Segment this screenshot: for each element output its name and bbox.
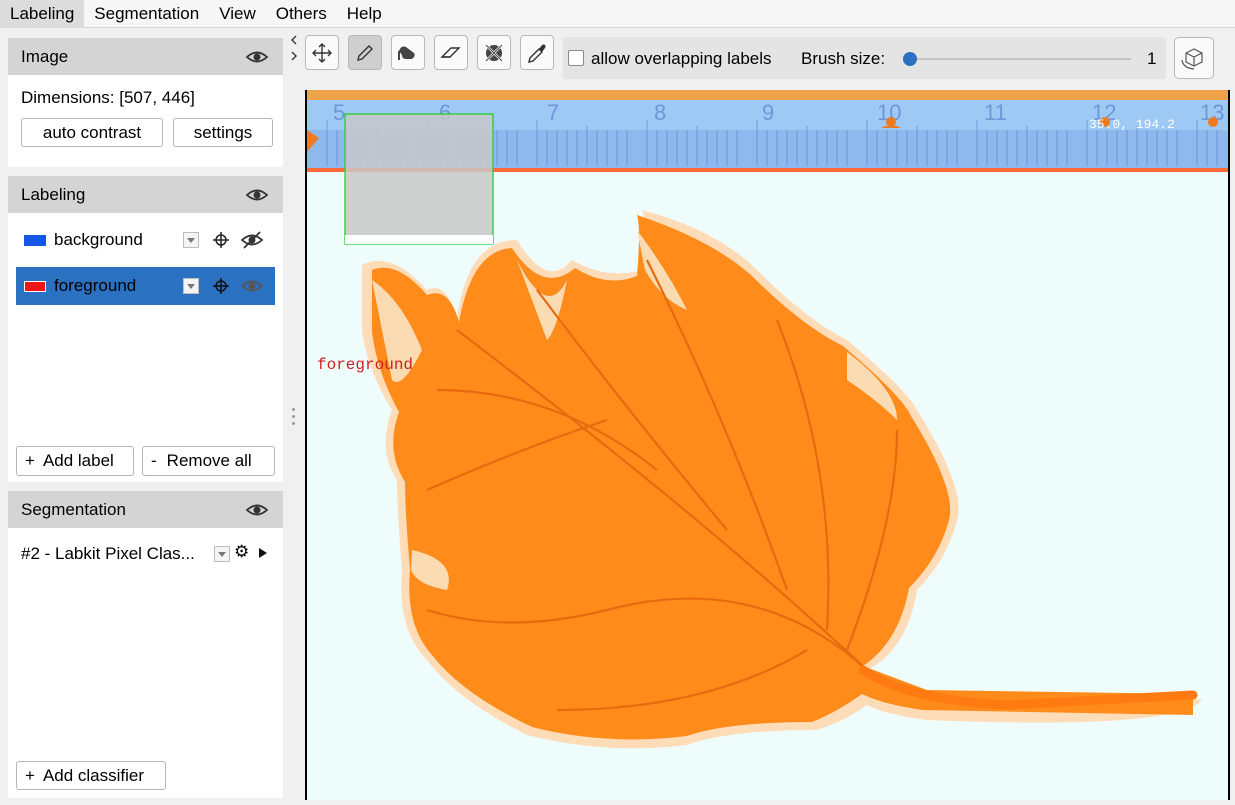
paint-bucket-icon xyxy=(398,46,415,60)
move-icon xyxy=(312,42,332,63)
label-row-background[interactable]: background xyxy=(16,221,275,259)
add-classifier-button[interactable]: + Add classifier xyxy=(16,761,166,790)
classifier-name[interactable]: #2 - Labkit Pixel Clas... xyxy=(21,544,195,564)
color-picker-tool-button[interactable] xyxy=(520,35,554,70)
menu-bar: Labeling Segmentation View Others Help xyxy=(0,0,1235,28)
label-color-swatch[interactable] xyxy=(24,235,46,246)
labeling-panel-title: Labeling xyxy=(21,184,86,204)
labeling-panel: Labeling background foreground + Add lab… xyxy=(8,176,283,482)
brush-size-label: Brush size: xyxy=(801,49,886,68)
remove-label-icon xyxy=(485,43,503,62)
gear-icon[interactable]: ⚙ xyxy=(234,542,249,562)
menu-segmentation[interactable]: Segmentation xyxy=(84,0,209,28)
menu-view[interactable]: View xyxy=(209,0,266,28)
brush-size-slider-handle[interactable] xyxy=(903,52,917,66)
collapse-arrows-icon[interactable] xyxy=(289,34,299,68)
3d-view-button[interactable] xyxy=(1174,37,1214,79)
crosshair-icon[interactable] xyxy=(212,231,230,249)
add-classifier-text: Add classifier xyxy=(42,765,145,785)
ruler-number: 8 xyxy=(654,100,666,125)
brush-size-value: 1 xyxy=(1147,49,1157,68)
eye-icon[interactable] xyxy=(240,274,264,298)
ruler-number: 5 xyxy=(333,100,345,125)
menu-labeling[interactable]: Labeling xyxy=(0,0,85,28)
ruler-number: 11 xyxy=(984,100,1007,125)
flood-fill-tool-button[interactable] xyxy=(391,35,425,70)
labeling-panel-header: Labeling xyxy=(8,176,283,213)
label-overlay-text: foreground xyxy=(317,356,413,374)
label-color-swatch[interactable] xyxy=(24,281,46,292)
ruler-number: 7 xyxy=(547,100,559,125)
remove-label-tool-button[interactable] xyxy=(477,35,511,70)
image-panel-header: Image xyxy=(8,38,283,75)
image-canvas[interactable]: 5 6 7 8 9 10 11 12 13 35.0, 194.2 foregr… xyxy=(305,90,1230,800)
add-label-button[interactable]: + Add label xyxy=(16,446,134,476)
coordinate-readout: 35.0, 194.2 xyxy=(1089,117,1175,132)
segmentation-panel-header: Segmentation xyxy=(8,491,283,528)
tool-options-bar: allow overlapping labels Brush size: 1 xyxy=(563,37,1166,79)
label-dropdown[interactable] xyxy=(183,232,199,248)
overlap-checkbox[interactable] xyxy=(568,50,584,66)
label-name: foreground xyxy=(54,276,137,295)
splitter-handle[interactable] xyxy=(292,408,296,430)
cube-rotate-icon xyxy=(1181,48,1203,70)
leaf-image: 5 6 7 8 9 10 11 12 13 35.0, 194.2 foregr… xyxy=(307,90,1228,749)
label-row-foreground[interactable]: foreground xyxy=(16,267,275,305)
play-icon[interactable] xyxy=(258,547,268,559)
leaf-shape xyxy=(372,215,1193,740)
eyedropper-icon xyxy=(528,44,546,63)
classifier-dropdown[interactable] xyxy=(214,546,230,562)
minus-icon: - xyxy=(151,451,157,470)
crosshair-icon[interactable] xyxy=(212,277,230,295)
left-sidebar: Image Dimensions: [507, 446] auto contra… xyxy=(0,29,290,805)
segmentation-panel: Segmentation #2 - Labkit Pixel Clas... ⚙… xyxy=(8,491,283,798)
image-panel-title: Image xyxy=(21,46,69,66)
image-panel: Image Dimensions: [507, 446] auto contra… xyxy=(8,38,283,167)
move-tool-button[interactable] xyxy=(305,35,339,70)
menu-others[interactable]: Others xyxy=(266,0,337,28)
menu-help[interactable]: Help xyxy=(337,0,392,28)
dimensions-text: Dimensions: [507, 446] xyxy=(21,88,195,107)
label-dropdown[interactable] xyxy=(183,278,199,294)
plus-icon: + xyxy=(25,765,35,785)
plus-icon: + xyxy=(25,451,35,470)
ruler-number: 9 xyxy=(762,100,774,125)
settings-button[interactable]: settings xyxy=(173,118,273,147)
eye-hidden-icon[interactable] xyxy=(240,228,264,252)
segmentation-panel-title: Segmentation xyxy=(21,499,126,519)
pencil-tool-button[interactable] xyxy=(348,35,382,70)
auto-contrast-button[interactable]: auto contrast xyxy=(21,118,163,147)
eye-icon[interactable] xyxy=(245,498,269,522)
eye-icon[interactable] xyxy=(245,45,269,69)
remove-all-text: Remove all xyxy=(166,451,252,470)
eye-icon[interactable] xyxy=(245,183,269,207)
eraser-tool-button[interactable] xyxy=(434,35,468,70)
add-label-text: Add label xyxy=(42,451,114,470)
pencil-icon xyxy=(357,44,373,61)
brush-size-slider[interactable] xyxy=(903,52,1131,66)
overlap-label: allow overlapping labels xyxy=(591,49,772,68)
remove-all-button[interactable]: - Remove all xyxy=(142,446,275,476)
label-name: background xyxy=(54,230,143,249)
eraser-icon xyxy=(440,46,461,58)
selection-box[interactable] xyxy=(344,113,494,245)
